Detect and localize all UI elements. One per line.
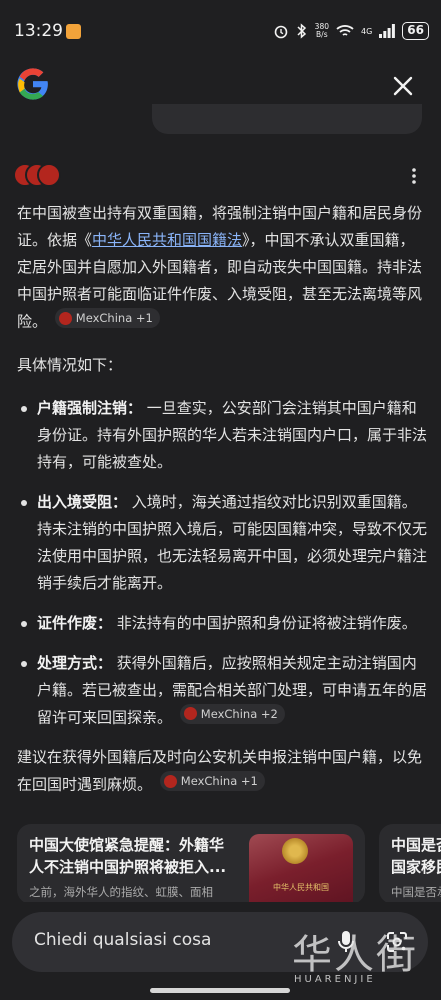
answer-closing: 建议在获得外国籍后及时向公安机关申报注销中国户籍，以免在回国时遇到麻烦。 Mex… [17,744,427,799]
source-cards-carousel[interactable]: 中国大使馆紧急提醒：外籍华 人不注销中国护照将被拒入... 之前，海外华人的指纹… [17,824,441,902]
network-speed: 380 B/s [315,23,329,39]
network-type: 4G [361,26,373,36]
source-favicon-icon [58,311,72,325]
source-chip[interactable]: MexChina +2 [179,703,285,724]
card-title: 中国大使馆紧急提醒：外籍华 人不注销中国护照将被拒入... [29,834,226,878]
answer-intro: 具体情况如下： [17,355,123,374]
source-chip-label: MexChina +1 [180,774,258,788]
passport-cover-text: 中华人民共和国 [273,883,329,892]
bullet-title: 处理方式： [37,653,113,672]
card-title-line: 国家移民 [391,858,441,876]
watermark: 华人街 HUARENJIE [290,922,440,992]
google-logo-icon [17,68,48,100]
network-speed-unit: B/s [316,30,328,39]
more-options-icon[interactable] [407,166,421,186]
card-title: 中国是否 国家移民 [391,834,441,878]
source-avatar [37,163,61,187]
status-time: 13:29 [14,21,63,41]
ai-answer: 在中国被查出持有双重国籍，将强制注销中国户籍和居民身份证。依据《中华人民共和国国… [17,200,427,815]
status-bar: 13:29 380 B/s 4G 66 [0,0,441,64]
source-favicon-icon [163,774,177,788]
bullet-item: 证件作废： 非法持有的中国护照和身份证将被注销作废。 [17,610,427,637]
bullet-title: 证件作废： [37,613,113,632]
home-indicator[interactable] [150,988,290,993]
nationality-law-link[interactable]: 中华人民共和国国籍法 [92,231,242,249]
close-button[interactable] [391,74,415,98]
bullet-item: 户籍强制注销： 一旦查实，公安部门会注销其中国户籍和身份证。持有外国护照的华人若… [17,395,427,476]
signal-icon [379,24,396,38]
passport-thumbnail: 中华人民共和国 [249,834,353,902]
card-title-line: 中国大使馆紧急提醒：外籍华 [29,836,225,854]
notification-app-icon [66,24,81,39]
battery-indicator: 66 [402,22,429,40]
source-favicon-icon [183,707,197,720]
bullet-title: 出入境受阻： [37,492,128,511]
wifi-icon [336,25,354,36]
bullet-item: 出入境受阻： 入境时，海关通过指纹对比识别双重国籍。持未注销的中国护照入境后，可… [17,489,427,597]
card-title-line: 中国是否 [391,836,441,854]
bullet-text: 非法持有的中国护照和身份证将被注销作废。 [112,613,417,632]
card-snippet: 之前，海外华人的指纹、虹膜、面相 [29,885,213,899]
national-emblem-icon [282,838,308,864]
watermark-en: HUARENJIE [294,974,376,985]
bluetooth-icon [297,23,306,39]
bullet-title: 户籍强制注销： [37,398,143,417]
previous-query-bubble [152,104,422,134]
source-avatars[interactable] [13,163,63,189]
source-card[interactable]: 中国大使馆紧急提醒：外籍华 人不注销中国护照将被拒入... 之前，海外华人的指纹… [17,824,365,902]
status-icons: 380 B/s 4G 66 [273,18,429,44]
watermark-cn: 华人街 [292,932,418,978]
source-card[interactable]: 中国是否 国家移民 中国是否承 [379,824,441,902]
alarm-icon [274,25,287,39]
bullet-item: 处理方式： 获得外国籍后，应按照相关规定主动注销国内户籍。若已被查出，需配合相关… [17,650,427,732]
source-chip[interactable]: MexChina +1 [159,771,265,791]
card-title-line: 人不注销中国护照将被拒入... [29,858,227,876]
source-chip-label: MexChina +1 [75,311,153,325]
source-chip[interactable]: MexChina +1 [54,308,160,328]
card-snippet: 中国是否承 [391,885,441,899]
answer-paragraph: 在中国被查出持有双重国籍，将强制注销中国户籍和居民身份证。依据《中华人民共和国国… [17,200,427,336]
source-chip-label: MexChina +2 [200,706,278,721]
answer-bullets: 户籍强制注销： 一旦查实，公安部门会注销其中国户籍和身份证。持有外国护照的华人若… [17,395,427,732]
ask-input-placeholder[interactable]: Chiedi qualsiasi cosa [34,930,211,950]
